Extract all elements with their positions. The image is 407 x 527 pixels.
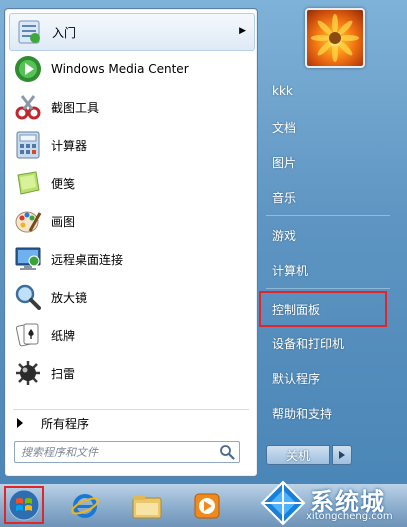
program-label: 放大镜 bbox=[51, 290, 88, 305]
right-item-help-support[interactable]: 帮助和支持 bbox=[266, 400, 390, 426]
flower-icon bbox=[311, 14, 359, 62]
start-button[interactable] bbox=[4, 486, 44, 524]
right-item-label: 帮助和支持 bbox=[272, 406, 333, 421]
remote-desktop-icon bbox=[13, 244, 43, 274]
program-label: 纸牌 bbox=[51, 328, 76, 343]
program-label: 入门 bbox=[52, 25, 77, 40]
minesweeper-icon bbox=[13, 358, 43, 388]
calculator-icon bbox=[13, 130, 43, 160]
right-item-label: 计算机 bbox=[272, 263, 309, 278]
taskbar-explorer[interactable] bbox=[130, 489, 164, 523]
program-label: 便笺 bbox=[51, 176, 76, 191]
right-item-devices-printers[interactable]: 设备和打印机 bbox=[266, 330, 390, 356]
right-item-user[interactable]: kkk bbox=[266, 78, 390, 104]
sticky-notes-icon bbox=[13, 168, 43, 198]
shutdown-options-button[interactable] bbox=[332, 445, 352, 465]
watermark: 系统城 xitongcheng.com bbox=[258, 478, 407, 527]
windows-logo-icon bbox=[8, 489, 40, 521]
program-label: Windows Media Center bbox=[51, 62, 189, 76]
internet-explorer-icon bbox=[71, 494, 99, 518]
shutdown-button[interactable]: 关机 bbox=[266, 445, 330, 465]
snipping-tool-icon bbox=[13, 92, 43, 122]
programs-panel: 入门 ▶ Windows Media Center 截图工具 计算器 便笺 画图 bbox=[4, 8, 258, 477]
program-item-solitaire[interactable]: 纸牌 bbox=[9, 317, 253, 353]
program-label: 计算器 bbox=[51, 138, 88, 153]
program-item-media-center[interactable]: Windows Media Center bbox=[9, 51, 253, 87]
right-item-documents[interactable]: 文档 bbox=[266, 114, 390, 140]
program-label: 截图工具 bbox=[51, 100, 100, 115]
right-item-label: 设备和打印机 bbox=[272, 336, 345, 351]
right-separator bbox=[266, 288, 390, 289]
right-item-games[interactable]: 游戏 bbox=[266, 222, 390, 248]
program-item-minesweeper[interactable]: 扫雷 bbox=[9, 355, 253, 391]
program-item-getting-started[interactable]: 入门 ▶ bbox=[9, 13, 255, 51]
magnifier-icon bbox=[13, 282, 43, 312]
program-item-calculator[interactable]: 计算器 bbox=[9, 127, 253, 163]
folder-icon bbox=[132, 495, 162, 519]
right-separator bbox=[266, 215, 390, 216]
submenu-arrow-icon: ▶ bbox=[239, 26, 246, 36]
right-item-default-programs[interactable]: 默认程序 bbox=[266, 365, 390, 391]
search-input[interactable] bbox=[21, 443, 217, 461]
search-box[interactable] bbox=[14, 441, 240, 463]
getting-started-icon bbox=[14, 17, 44, 47]
all-programs-button[interactable]: 所有程序 bbox=[11, 412, 251, 434]
expand-arrow-icon bbox=[17, 418, 23, 428]
taskbar-media-player[interactable] bbox=[190, 489, 224, 523]
media-center-icon bbox=[13, 54, 43, 84]
control-panel-highlight bbox=[259, 291, 387, 327]
program-item-snipping-tool[interactable]: 截图工具 bbox=[9, 89, 253, 125]
program-item-sticky-notes[interactable]: 便笺 bbox=[9, 165, 253, 201]
taskbar-internet-explorer[interactable] bbox=[68, 489, 102, 523]
solitaire-icon bbox=[13, 320, 43, 350]
search-icon[interactable] bbox=[219, 444, 235, 460]
program-item-magnifier[interactable]: 放大镜 bbox=[9, 279, 253, 315]
right-item-label: 默认程序 bbox=[272, 371, 321, 386]
user-avatar[interactable] bbox=[305, 8, 365, 68]
chevron-right-icon bbox=[339, 451, 345, 459]
program-label: 扫雷 bbox=[51, 366, 76, 381]
right-item-label: 游戏 bbox=[272, 228, 297, 243]
right-item-label: 文档 bbox=[272, 120, 297, 135]
right-item-label: 音乐 bbox=[272, 190, 297, 205]
watermark-url: xitongcheng.com bbox=[306, 511, 393, 522]
program-item-paint[interactable]: 画图 bbox=[9, 203, 253, 239]
programs-separator bbox=[13, 409, 249, 410]
program-label: 画图 bbox=[51, 214, 76, 229]
right-item-label: 图片 bbox=[272, 155, 297, 170]
right-item-music[interactable]: 音乐 bbox=[266, 184, 390, 210]
media-player-icon bbox=[194, 493, 220, 519]
program-label: 远程桌面连接 bbox=[51, 252, 124, 267]
shutdown-label: 关机 bbox=[285, 448, 310, 463]
all-programs-label: 所有程序 bbox=[41, 416, 90, 431]
program-item-remote-desktop[interactable]: 远程桌面连接 bbox=[9, 241, 253, 277]
right-item-label: kkk bbox=[272, 84, 293, 98]
watermark-logo-icon bbox=[260, 480, 306, 526]
right-item-computer[interactable]: 计算机 bbox=[266, 257, 390, 283]
paint-icon bbox=[13, 206, 43, 236]
right-item-pictures[interactable]: 图片 bbox=[266, 149, 390, 175]
